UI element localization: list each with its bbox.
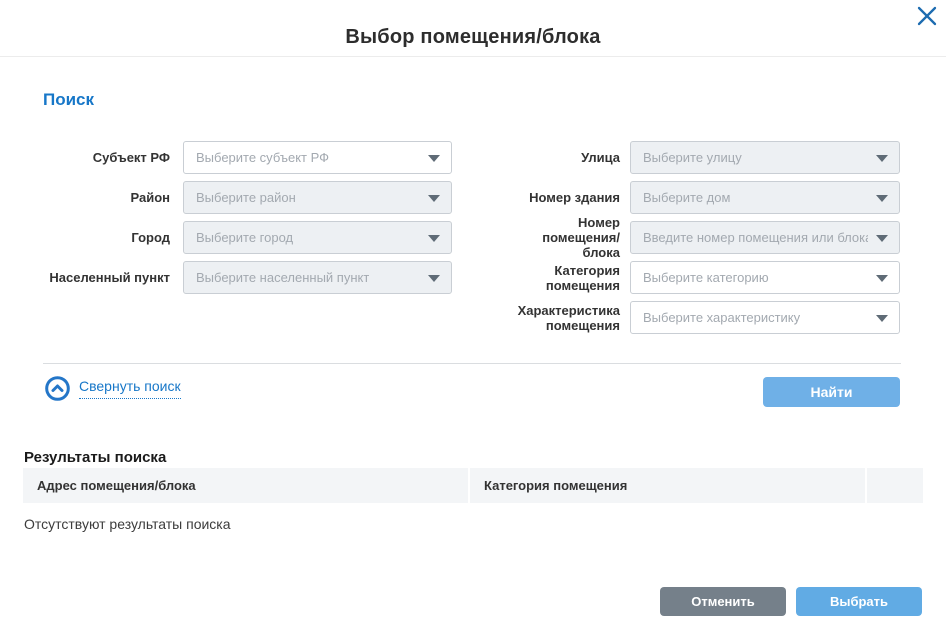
chevron-down-icon bbox=[428, 155, 440, 162]
building-number-select[interactable]: Выберите дом bbox=[630, 181, 900, 214]
select-placeholder: Выберите субъект РФ bbox=[196, 142, 329, 173]
search-form-right-column: Улица Выберите улицу Номер здания Выбери… bbox=[508, 141, 900, 341]
premises-number-select[interactable]: Введите номер помещения или блока bbox=[630, 221, 900, 254]
field-row-district: Район Выберите район bbox=[43, 181, 452, 214]
chevron-down-icon bbox=[428, 275, 440, 282]
chevron-down-icon bbox=[876, 155, 888, 162]
field-row-building-number: Номер здания Выберите дом bbox=[508, 181, 900, 214]
column-header-actions bbox=[865, 468, 923, 503]
field-label: Город bbox=[43, 230, 170, 245]
search-section-heading: Поиск bbox=[43, 90, 94, 110]
cancel-button[interactable]: Отменить bbox=[660, 587, 786, 616]
select-placeholder: Выберите город bbox=[196, 222, 293, 253]
results-table-header: Адрес помещения/блока Категория помещени… bbox=[23, 468, 923, 503]
field-label: Номер помещения/блока bbox=[508, 215, 620, 260]
select-placeholder: Выберите характеристику bbox=[643, 302, 800, 333]
field-label: Населенный пункт bbox=[43, 270, 170, 285]
settlement-select[interactable]: Выберите населенный пункт bbox=[183, 261, 452, 294]
collapse-search-label: Свернуть поиск bbox=[79, 378, 181, 399]
select-placeholder: Выберите населенный пункт bbox=[196, 262, 369, 293]
field-row-premises-category: Категория помещения Выберите категорию bbox=[508, 261, 900, 294]
close-icon bbox=[916, 5, 938, 27]
select-placeholder: Введите номер помещения или блока bbox=[643, 222, 868, 253]
chevron-down-icon bbox=[428, 195, 440, 202]
field-row-city: Город Выберите город bbox=[43, 221, 452, 254]
find-button[interactable]: Найти bbox=[763, 377, 900, 407]
premises-characteristic-select[interactable]: Выберите характеристику bbox=[630, 301, 900, 334]
district-select[interactable]: Выберите район bbox=[183, 181, 452, 214]
search-footer-divider bbox=[43, 363, 901, 364]
street-select[interactable]: Выберите улицу bbox=[630, 141, 900, 174]
select-placeholder: Выберите улицу bbox=[643, 142, 742, 173]
field-label: Категория помещения bbox=[508, 263, 620, 293]
empty-results-message: Отсутствуют результаты поиска bbox=[24, 516, 231, 532]
select-button[interactable]: Выбрать bbox=[796, 587, 922, 616]
close-button[interactable] bbox=[914, 3, 940, 29]
chevron-down-icon bbox=[876, 195, 888, 202]
results-heading: Результаты поиска bbox=[24, 449, 166, 466]
field-row-settlement: Населенный пункт Выберите населенный пун… bbox=[43, 261, 452, 294]
search-form-left-column: Субъект РФ Выберите субъект РФ Район Выб… bbox=[43, 141, 452, 301]
subject-rf-select[interactable]: Выберите субъект РФ bbox=[183, 141, 452, 174]
field-row-premises-number: Номер помещения/блока Введите номер поме… bbox=[508, 221, 900, 254]
chevron-down-icon bbox=[876, 275, 888, 282]
field-row-premises-characteristic: Характеристика помещения Выберите характ… bbox=[508, 301, 900, 334]
dialog-title: Выбор помещения/блока bbox=[0, 26, 946, 49]
chevron-down-icon bbox=[428, 235, 440, 242]
field-label: Район bbox=[43, 190, 170, 205]
collapse-search-link[interactable]: Свернуть поиск bbox=[45, 376, 181, 401]
field-row-subject-rf: Субъект РФ Выберите субъект РФ bbox=[43, 141, 452, 174]
select-placeholder: Выберите категорию bbox=[643, 262, 769, 293]
dialog-header: Выбор помещения/блока bbox=[0, 0, 946, 57]
column-header-address: Адрес помещения/блока bbox=[23, 468, 468, 503]
chevron-down-icon bbox=[876, 235, 888, 242]
field-label: Улица bbox=[508, 150, 620, 165]
city-select[interactable]: Выберите город bbox=[183, 221, 452, 254]
field-row-street: Улица Выберите улицу bbox=[508, 141, 900, 174]
column-header-category: Категория помещения bbox=[468, 468, 865, 503]
chevron-down-icon bbox=[876, 315, 888, 322]
field-label: Номер здания bbox=[508, 190, 620, 205]
chevron-up-circle-icon bbox=[45, 376, 70, 401]
premises-selection-dialog: Выбор помещения/блока Поиск Субъект РФ В… bbox=[0, 0, 946, 625]
premises-category-select[interactable]: Выберите категорию bbox=[630, 261, 900, 294]
select-placeholder: Выберите район bbox=[196, 182, 296, 213]
field-label: Характеристика помещения bbox=[508, 303, 620, 333]
select-placeholder: Выберите дом bbox=[643, 182, 730, 213]
field-label: Субъект РФ bbox=[43, 150, 170, 165]
